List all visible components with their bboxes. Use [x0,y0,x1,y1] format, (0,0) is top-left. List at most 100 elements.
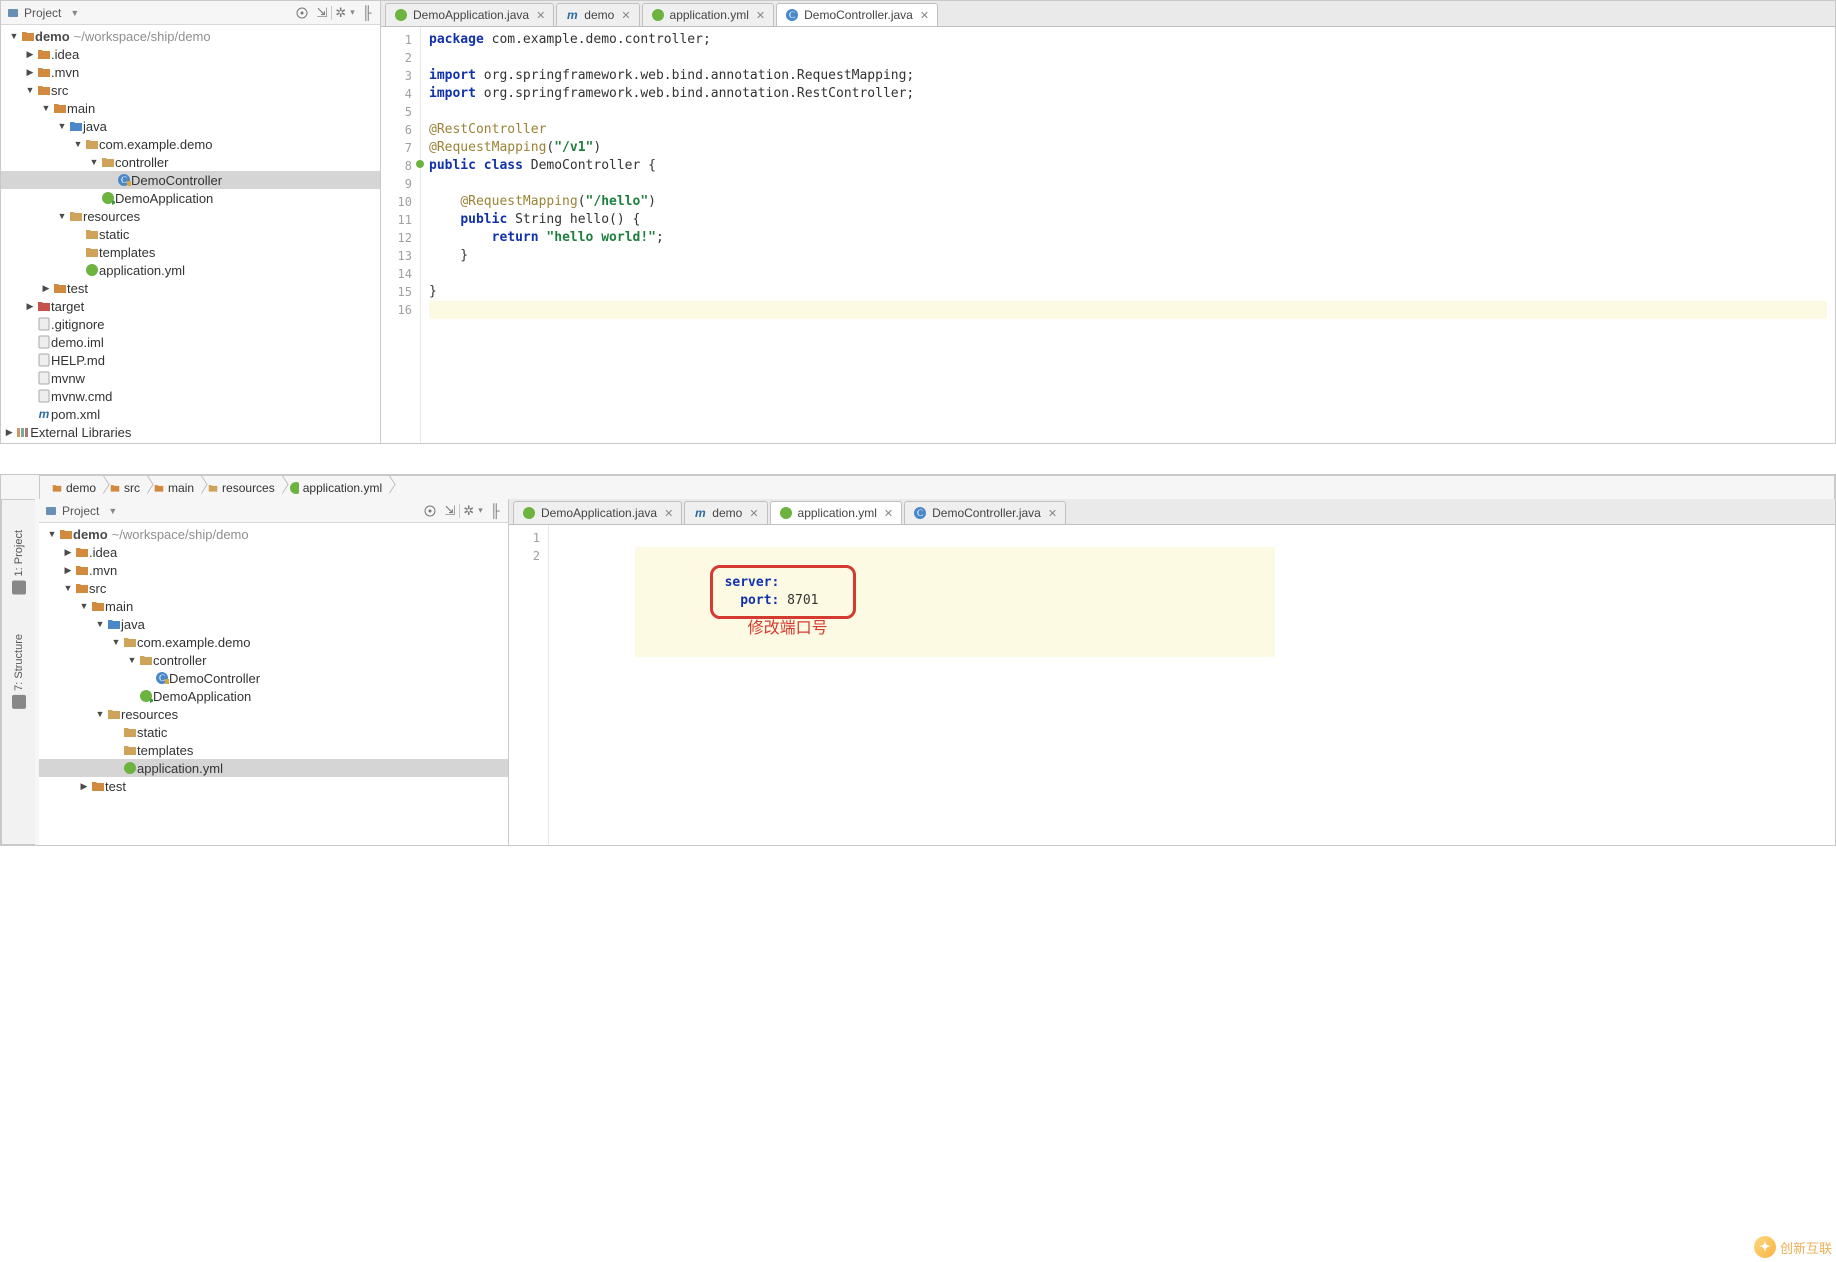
tree-twist[interactable] [127,691,137,701]
tree-node[interactable]: ▶.mvn [39,561,508,579]
tree-twist[interactable]: ▼ [95,709,105,719]
gear-icon[interactable]: ✲▾ [468,504,482,518]
tree-twist[interactable] [111,745,121,755]
tree-node[interactable]: ▼java [1,117,380,135]
editor-tab[interactable]: mdemo✕ [684,501,767,524]
tree-node[interactable]: DemoApplication [39,687,508,705]
expand-icon[interactable]: ⇲ [443,504,457,518]
tree-node[interactable]: DemoApplication [1,189,380,207]
tree-twist[interactable] [111,763,121,773]
editor-tab[interactable]: CDemoController.java✕ [904,501,1066,524]
tree-node[interactable]: application.yml [1,261,380,279]
tree-node[interactable]: CDemoController [39,669,508,687]
breadcrumb-item[interactable]: main [148,476,202,499]
tree-twist[interactable]: ▶ [79,781,89,792]
tree-node[interactable]: mvnw [1,369,380,387]
tool-project[interactable]: 1: Project [12,530,26,594]
close-icon[interactable]: ✕ [920,9,929,22]
tree-node[interactable]: ▼controller [1,153,380,171]
tree-node[interactable]: templates [1,243,380,261]
editor-tab[interactable]: application.yml✕ [642,3,775,26]
tree-twist[interactable]: ▼ [57,121,67,131]
tree-node[interactable]: ▼controller [39,651,508,669]
chevron-down-icon[interactable]: ▼ [66,8,83,18]
close-icon[interactable]: ✕ [884,507,893,520]
code-editor[interactable]: 12345678910111213141516 package com.exam… [381,27,1835,443]
close-icon[interactable]: ✕ [621,9,630,22]
tree-node[interactable]: ▶test [39,777,508,795]
tree-twist[interactable]: ▼ [127,655,137,665]
tree-twist[interactable]: ▼ [73,139,83,149]
tool-structure[interactable]: 7: Structure [12,634,26,709]
tree-node[interactable]: ▼resources [1,207,380,225]
hide-icon[interactable]: ╟ [488,504,502,518]
tree-twist[interactable]: ▶ [25,49,35,60]
tree-twist[interactable] [111,727,121,737]
code-editor[interactable]: 1 2 server: port: 8701 修改端口号 [509,525,1835,845]
breadcrumb-item[interactable]: resources [202,476,283,499]
tree-twist[interactable]: ▼ [57,211,67,221]
breadcrumb-item[interactable]: application.yml [283,476,390,499]
chevron-down-icon[interactable]: ▼ [104,506,121,516]
tree-node[interactable]: ▼com.example.demo [1,135,380,153]
tree-node[interactable]: ▼src [1,81,380,99]
tree-node[interactable]: templates [39,741,508,759]
close-icon[interactable]: ✕ [664,507,673,520]
tree-twist[interactable] [143,673,153,683]
tree-twist[interactable] [25,391,35,401]
tree-node[interactable]: static [1,225,380,243]
tree-node[interactable]: static [39,723,508,741]
tree-twist[interactable]: ▶ [25,67,35,78]
tree-node[interactable]: ▶.mvn [1,63,380,81]
tree-node[interactable]: demo.iml [1,333,380,351]
tree-twist[interactable] [25,409,35,419]
tree-twist[interactable]: ▼ [47,529,57,539]
tree-node[interactable]: ▼resources [39,705,508,723]
project-tree[interactable]: ▼demo ~/workspace/ship/demo▶.idea▶.mvn▼s… [39,523,508,845]
editor-tab[interactable]: application.yml✕ [770,501,903,524]
tree-twist[interactable] [25,319,35,329]
tree-twist[interactable] [73,247,83,257]
tree-twist[interactable] [73,265,83,275]
tree-twist[interactable]: ▼ [25,85,35,95]
close-icon[interactable]: ✕ [536,9,545,22]
tree-twist[interactable]: ▼ [95,619,105,629]
tree-node[interactable]: ▶.idea [39,543,508,561]
editor-tab[interactable]: DemoApplication.java✕ [385,3,554,26]
tree-twist[interactable] [105,175,115,185]
tree-node[interactable]: ▶External Libraries [1,423,380,441]
tree-node[interactable]: ▼src [39,579,508,597]
project-tool-title[interactable]: Project ▼ [45,504,121,518]
tree-twist[interactable]: ▶ [4,427,14,438]
close-icon[interactable]: ✕ [749,507,758,520]
tree-twist[interactable] [73,229,83,239]
editor-tab[interactable]: DemoApplication.java✕ [513,501,682,524]
tree-node[interactable]: CDemoController [1,171,380,189]
tree-node[interactable]: ▼demo ~/workspace/ship/demo [1,27,380,45]
tree-node[interactable]: ▼com.example.demo [39,633,508,651]
tree-twist[interactable]: ▼ [79,601,89,611]
code-content[interactable]: package com.example.demo.controller; imp… [421,27,1835,443]
editor-tab[interactable]: CDemoController.java✕ [776,3,938,26]
tree-twist[interactable]: ▶ [63,547,73,558]
tree-node[interactable]: application.yml [39,759,508,777]
tree-twist[interactable]: ▼ [63,583,73,593]
project-tree[interactable]: ▼demo ~/workspace/ship/demo▶.idea▶.mvn▼s… [1,25,380,443]
close-icon[interactable]: ✕ [1048,507,1057,520]
target-icon[interactable] [423,504,437,518]
tree-twist[interactable]: ▶ [63,565,73,576]
tree-twist[interactable] [25,373,35,383]
tree-node[interactable]: ▼java [39,615,508,633]
editor-tab[interactable]: mdemo✕ [556,3,639,26]
expand-icon[interactable]: ⇲ [315,6,329,20]
breadcrumb-item[interactable]: src [104,476,148,499]
tree-twist[interactable]: ▶ [41,283,51,294]
tree-twist[interactable] [25,337,35,347]
tree-twist[interactable]: ▶ [25,301,35,312]
hide-icon[interactable]: ╟ [360,6,374,20]
tree-node[interactable]: .gitignore [1,315,380,333]
project-tool-title[interactable]: Project ▼ [7,6,83,20]
tree-node[interactable]: ▼main [39,597,508,615]
tree-node[interactable]: HELP.md [1,351,380,369]
tree-node[interactable]: ▼demo ~/workspace/ship/demo [39,525,508,543]
